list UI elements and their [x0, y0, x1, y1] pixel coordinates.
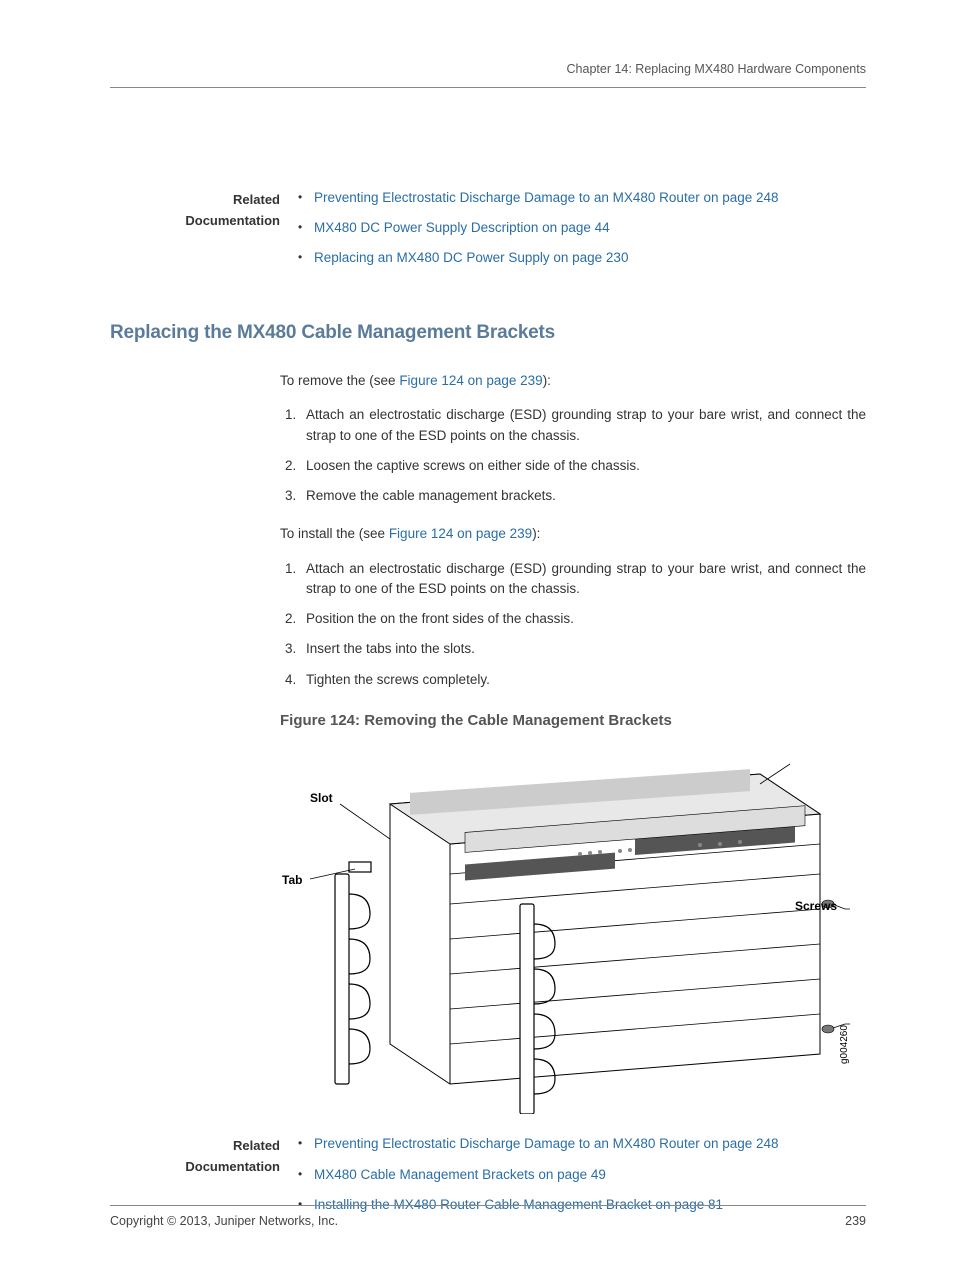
remove-intro: To remove the (see Figure 124 on page 23…	[280, 371, 866, 391]
related-documentation-top: Related Documentation Preventing Electro…	[110, 188, 866, 279]
chassis-illustration	[280, 744, 850, 1114]
figure-caption: Figure 124: Removing the Cable Managemen…	[280, 710, 866, 733]
related-link-item: Preventing Electrostatic Discharge Damag…	[298, 188, 866, 208]
copyright-text: Copyright © 2013, Juniper Networks, Inc.	[110, 1212, 338, 1231]
install-steps-list: Attach an electrostatic discharge (ESD) …	[280, 559, 866, 690]
figure-label-slot: Slot	[310, 789, 333, 807]
related-link-item: Replacing an MX480 DC Power Supply on pa…	[298, 248, 866, 268]
link-esd-damage[interactable]: Preventing Electrostatic Discharge Damag…	[314, 190, 779, 205]
related-label: Related Documentation	[110, 1134, 298, 1178]
remove-step: Attach an electrostatic discharge (ESD) …	[300, 405, 866, 446]
page-number: 239	[845, 1212, 866, 1231]
figure-label-tab: Tab	[282, 871, 302, 889]
section-title: Replacing the MX480 Cable Management Bra…	[110, 319, 866, 348]
remove-steps-list: Attach an electrostatic discharge (ESD) …	[280, 405, 866, 506]
install-step: Tighten the screws completely.	[300, 670, 866, 690]
related-links-list: Preventing Electrostatic Discharge Damag…	[298, 188, 866, 269]
install-step: Insert the tabs into the slots.	[300, 639, 866, 659]
install-step: Position the on the front sides of the c…	[300, 609, 866, 629]
install-intro: To install the (see Figure 124 on page 2…	[280, 524, 866, 544]
link-figure-ref-1[interactable]: Figure 124 on page 239	[399, 373, 542, 388]
related-links-list: Preventing Electrostatic Discharge Damag…	[298, 1134, 866, 1215]
related-link-item: Preventing Electrostatic Discharge Damag…	[298, 1134, 866, 1154]
remove-step: Remove the cable management brackets.	[300, 486, 866, 506]
page-footer: Copyright © 2013, Juniper Networks, Inc.…	[110, 1205, 866, 1231]
chapter-label: Chapter 14: Replacing MX480 Hardware Com…	[567, 62, 866, 76]
related-link-item: MX480 DC Power Supply Description on pag…	[298, 218, 866, 238]
link-figure-ref-2[interactable]: Figure 124 on page 239	[389, 526, 532, 541]
install-step: Attach an electrostatic discharge (ESD) …	[300, 559, 866, 600]
link-dc-power-desc[interactable]: MX480 DC Power Supply Description on pag…	[314, 220, 610, 235]
document-page: Chapter 14: Replacing MX480 Hardware Com…	[0, 0, 954, 1261]
figure-label-screws: Screws	[795, 897, 837, 915]
link-replace-dc-power[interactable]: Replacing an MX480 DC Power Supply on pa…	[314, 250, 628, 265]
related-label: Related Documentation	[110, 188, 298, 232]
figure-diagram: Slot Tab Screws g004260	[280, 744, 850, 1114]
page-header: Chapter 14: Replacing MX480 Hardware Com…	[110, 60, 866, 88]
link-esd-damage-2[interactable]: Preventing Electrostatic Discharge Damag…	[314, 1136, 779, 1151]
remove-step: Loosen the captive screws on either side…	[300, 456, 866, 476]
related-link-item: MX480 Cable Management Brackets on page …	[298, 1165, 866, 1185]
link-cable-brackets[interactable]: MX480 Cable Management Brackets on page …	[314, 1167, 606, 1182]
section-body: To remove the (see Figure 124 on page 23…	[280, 371, 866, 1114]
figure-id: g004260	[837, 1025, 852, 1064]
